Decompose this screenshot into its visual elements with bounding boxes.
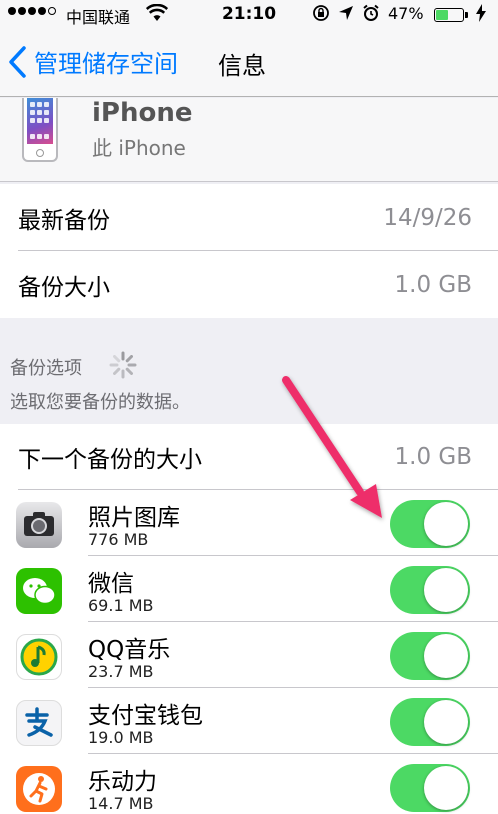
app-size: 69.1 MB [88,596,154,615]
app-name: 支付宝钱包 [88,703,203,729]
app-size: 776 MB [88,530,149,549]
latest-backup-label: 最新备份 [18,207,110,234]
backup-toggle-wechat[interactable] [390,566,470,614]
navigation-bar: 管理储存空间 信息 [0,30,498,97]
battery-icon [434,8,468,22]
page-title: 信息 [218,52,266,80]
app-name: 照片图库 [88,505,180,531]
status-bar: 中国联通 21:10 47% [0,0,498,30]
backup-size-label: 备份大小 [18,274,110,301]
camera-icon [16,502,62,548]
iphone-icon [22,98,58,162]
app-name: QQ音乐 [88,637,171,663]
backup-options-header: 备份选项 [10,358,82,379]
app-row-alipay: 支付宝钱包 19.0 MB [0,688,498,754]
alipay-icon [16,700,62,746]
back-button[interactable]: 管理储存空间 [6,44,178,79]
app-size: 19.0 MB [88,728,154,747]
rotation-lock-icon [312,4,330,26]
backup-toggle-qq-music[interactable] [390,632,470,680]
backup-toggle-ledongli[interactable] [390,764,470,812]
back-button-label: 管理储存空间 [34,50,178,78]
latest-backup-row: 最新备份 14/9/26 [0,184,498,251]
next-backup-size-label: 下一个备份的大小 [18,447,202,473]
alarm-icon [362,4,380,26]
backup-info-group: 最新备份 14/9/26 备份大小 1.0 GB [0,184,498,318]
backup-toggle-photos[interactable] [390,500,470,548]
backup-size-row: 备份大小 1.0 GB [0,251,498,318]
battery-percent: 47% [388,4,424,23]
ledongli-icon [16,766,62,812]
app-size: 23.7 MB [88,662,154,681]
app-row-qq-music: QQ音乐 23.7 MB [0,622,498,688]
app-size: 14.7 MB [88,794,154,813]
backup-apps-group: 下一个备份的大小 1.0 GB 照片图库 776 MB 微信 69.1 MB Q… [0,424,498,814]
next-backup-size-value: 1.0 GB [394,444,473,470]
device-name: iPhone [92,98,193,128]
app-row-photos: 照片图库 776 MB [0,490,498,556]
wechat-icon [16,568,62,614]
app-row-ledongli: 乐动力 14.7 MB [0,754,498,814]
qq-music-icon [16,634,62,680]
app-row-wechat: 微信 69.1 MB [0,556,498,622]
next-backup-size-row: 下一个备份的大小 1.0 GB [0,424,498,490]
charging-bolt-icon [476,4,486,26]
latest-backup-value: 14/9/26 [383,204,472,231]
backup-options-description: 选取您要备份的数据。 [10,392,190,413]
app-name: 微信 [88,571,134,597]
app-name: 乐动力 [88,769,157,795]
backup-size-value: 1.0 GB [394,271,473,298]
device-subtitle: 此 iPhone [92,136,186,160]
backup-toggle-alipay[interactable] [390,698,470,746]
location-icon [338,4,354,26]
loading-spinner-icon [109,351,137,379]
chevron-left-icon [9,45,26,78]
device-header: iPhone 此 iPhone [0,98,498,182]
